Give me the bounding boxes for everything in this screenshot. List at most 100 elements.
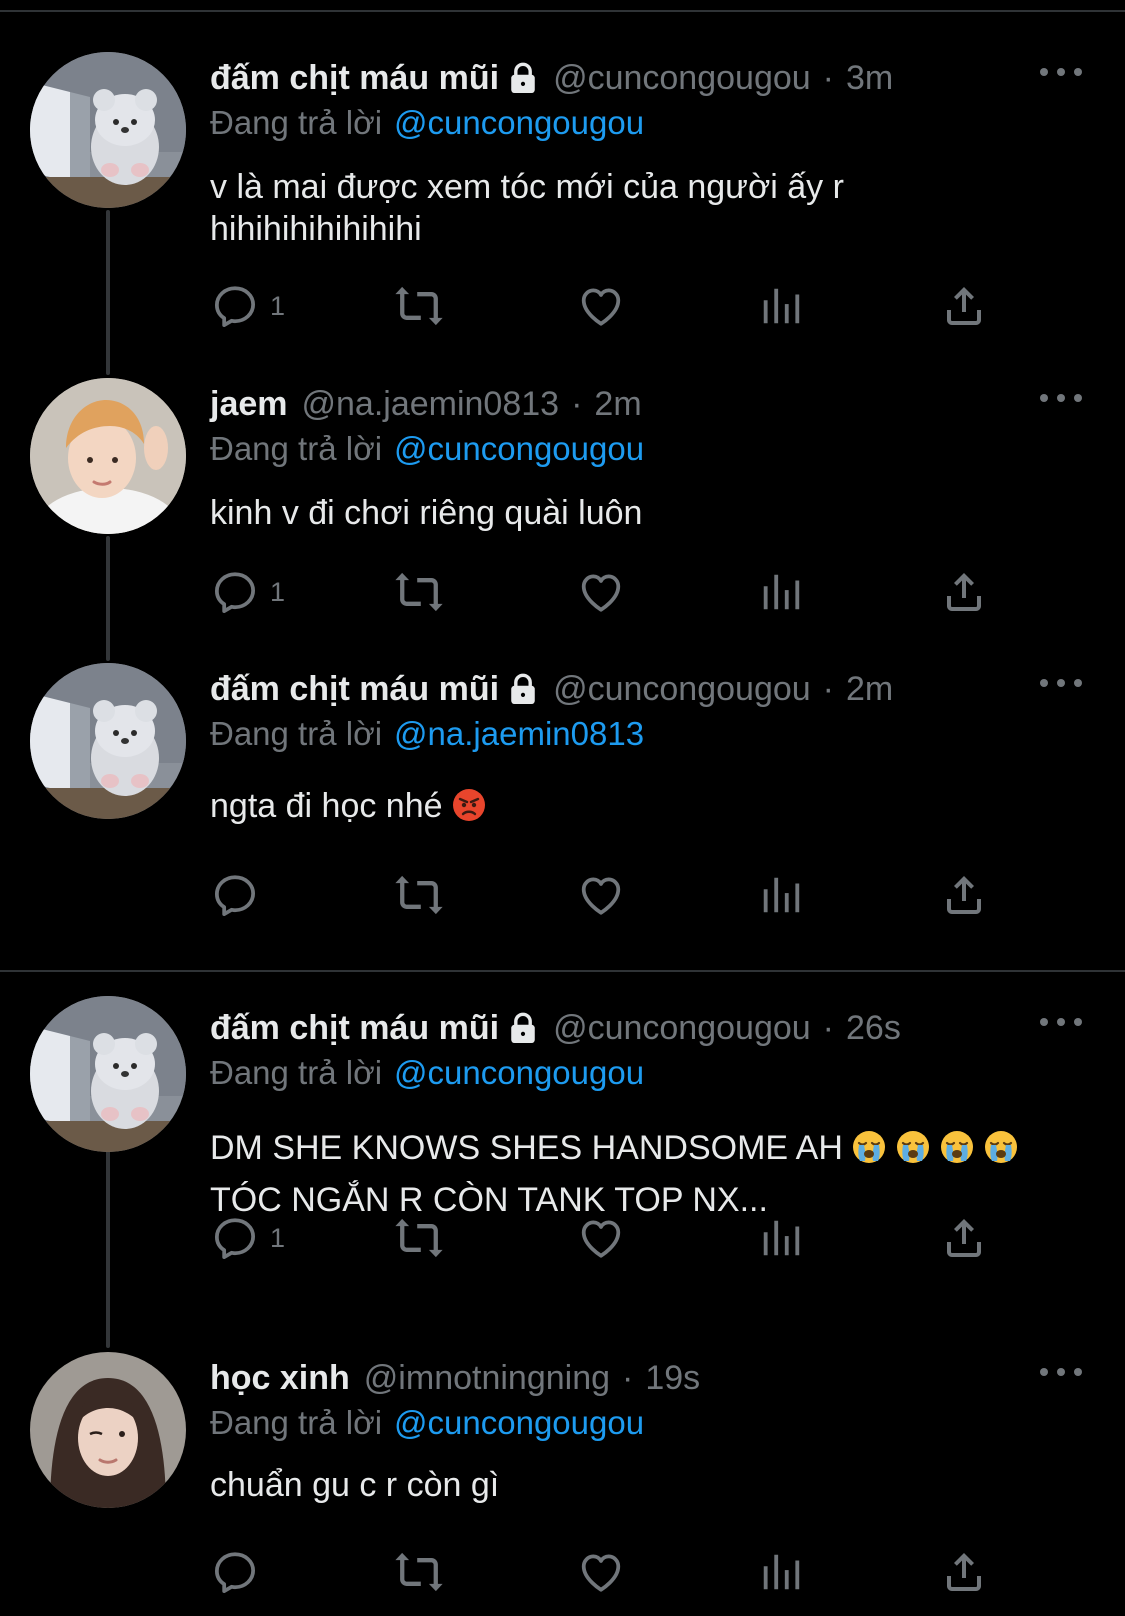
tweet-text-line: hihihihihihihihi: [210, 210, 422, 248]
heart-icon: [576, 567, 626, 617]
heart-icon: [576, 1213, 626, 1263]
reply-icon: [210, 870, 260, 920]
like-button[interactable]: [576, 1210, 626, 1266]
user-handle[interactable]: @na.jaemin0813: [302, 385, 560, 424]
tweet-actions: [210, 1544, 1010, 1600]
replying-to: Đang trả lời @cuncongougou: [210, 104, 644, 142]
display-name[interactable]: jaem: [210, 385, 288, 424]
share-icon: [940, 568, 988, 616]
more-icon[interactable]: [1040, 675, 1082, 691]
reply-button[interactable]: 1: [210, 564, 285, 620]
reply-count: 1: [270, 290, 286, 321]
replying-to-label: Đang trả lời: [210, 1054, 383, 1091]
reply-button[interactable]: 1: [210, 1210, 285, 1266]
tweet-actions: 1: [210, 1210, 1010, 1266]
avatar[interactable]: [30, 996, 186, 1152]
timestamp[interactable]: 2m: [846, 670, 893, 709]
replying-to-label: Đang trả lời: [210, 1404, 383, 1441]
timestamp[interactable]: 2m: [594, 385, 641, 424]
display-name[interactable]: học xinh: [210, 1359, 350, 1398]
views-icon: [758, 283, 804, 329]
lock-icon: [507, 672, 539, 706]
user-handle[interactable]: @cuncongougou: [553, 59, 811, 98]
like-button[interactable]: [576, 867, 626, 923]
tweet-text-line: DM SHE KNOWS SHES HANDSOME AH: [210, 1122, 1070, 1174]
reply-target-link[interactable]: @cuncongougou: [394, 1404, 644, 1441]
views-icon: [758, 569, 804, 615]
reply-target-link[interactable]: @cuncongougou: [394, 1054, 644, 1091]
more-icon[interactable]: [1040, 1364, 1082, 1380]
avatar[interactable]: [30, 1352, 186, 1508]
share-button[interactable]: [940, 867, 988, 923]
display-name[interactable]: đấm chịt máu mũi: [210, 670, 499, 709]
user-handle[interactable]: @cuncongougou: [553, 670, 811, 709]
tweet-text-line: kinh v đi chơi riêng quài luôn: [210, 494, 643, 532]
timestamp[interactable]: 19s: [645, 1359, 700, 1398]
user-handle[interactable]: @imnotningning: [364, 1359, 610, 1398]
like-button[interactable]: [576, 1544, 626, 1600]
retweet-button[interactable]: [392, 564, 446, 620]
views-button[interactable]: [758, 278, 804, 334]
heart-icon: [576, 1547, 626, 1597]
reply-icon: [210, 1213, 260, 1263]
tweet-header: đấm chịt máu mũi @cuncongougou · 3m: [210, 56, 893, 100]
tweet-actions: [210, 867, 1010, 923]
loudly-crying-face-emoji: [939, 1129, 975, 1165]
share-button[interactable]: [940, 278, 988, 334]
retweet-button[interactable]: [392, 1544, 446, 1600]
share-icon: [940, 1548, 988, 1596]
lock-icon: [507, 1011, 539, 1045]
timestamp[interactable]: 26s: [846, 1009, 901, 1048]
thread-line: [106, 210, 110, 375]
separator: ·: [822, 1008, 834, 1047]
avatar[interactable]: [30, 52, 186, 208]
reply-target-link[interactable]: @cuncongougou: [394, 430, 644, 467]
reply-button[interactable]: [210, 867, 270, 923]
share-button[interactable]: [940, 1210, 988, 1266]
reply-icon: [210, 1547, 260, 1597]
reply-button[interactable]: 1: [210, 278, 285, 334]
heart-icon: [576, 281, 626, 331]
share-button[interactable]: [940, 564, 988, 620]
reply-count: 1: [270, 1222, 286, 1253]
views-button[interactable]: [758, 1544, 804, 1600]
views-button[interactable]: [758, 564, 804, 620]
views-button[interactable]: [758, 1210, 804, 1266]
share-icon: [940, 1214, 988, 1262]
views-icon: [758, 1215, 804, 1261]
display-name[interactable]: đấm chịt máu mũi: [210, 59, 499, 98]
tweet-text: kinh v đi chơi riêng quài luôn: [210, 492, 1070, 534]
retweet-icon: [392, 565, 446, 619]
share-icon: [940, 282, 988, 330]
avatar[interactable]: [30, 663, 186, 819]
top-divider: [0, 10, 1125, 12]
more-icon[interactable]: [1040, 64, 1082, 80]
retweet-icon: [392, 279, 446, 333]
reply-target-link[interactable]: @na.jaemin0813: [394, 715, 644, 752]
separator: ·: [622, 1358, 634, 1397]
tweet-header: học xinh @imnotningning · 19s: [210, 1356, 700, 1400]
timestamp[interactable]: 3m: [846, 59, 893, 98]
tweet-text: ngta đi học nhé: [210, 785, 1070, 827]
plush-bear-avatar: [30, 663, 186, 819]
display-name[interactable]: đấm chịt máu mũi: [210, 1009, 499, 1048]
retweet-button[interactable]: [392, 867, 446, 923]
retweet-button[interactable]: [392, 1210, 446, 1266]
person-avatar: [30, 1352, 186, 1508]
reply-button[interactable]: [210, 1544, 270, 1600]
replying-to-label: Đang trả lời: [210, 430, 383, 467]
replying-to: Đang trả lời @cuncongougou: [210, 1054, 644, 1092]
tweet-text-content: DM SHE KNOWS SHES HANDSOME AH: [210, 1129, 843, 1167]
views-button[interactable]: [758, 867, 804, 923]
avatar[interactable]: [30, 378, 186, 534]
more-icon[interactable]: [1040, 1014, 1082, 1030]
like-button[interactable]: [576, 564, 626, 620]
more-icon[interactable]: [1040, 390, 1082, 406]
plush-bear-avatar: [30, 996, 186, 1152]
like-button[interactable]: [576, 278, 626, 334]
user-handle[interactable]: @cuncongougou: [553, 1009, 811, 1048]
share-button[interactable]: [940, 1544, 988, 1600]
retweet-icon: [392, 1211, 446, 1265]
retweet-button[interactable]: [392, 278, 446, 334]
reply-target-link[interactable]: @cuncongougou: [394, 104, 644, 141]
